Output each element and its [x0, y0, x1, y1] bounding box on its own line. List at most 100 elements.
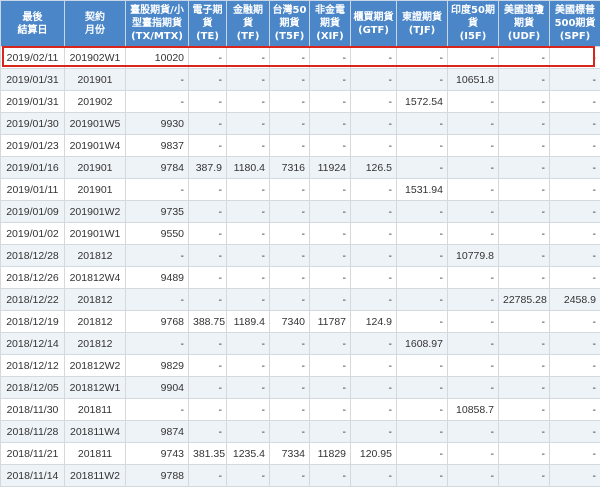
price-cell: -	[351, 267, 397, 289]
price-cell: -	[227, 333, 270, 355]
column-header: 櫃買期貨(GTF)	[351, 1, 397, 47]
price-cell: -	[397, 113, 448, 135]
table-row: 2019/01/23201901W49837---------	[1, 135, 600, 157]
price-cell: -	[227, 113, 270, 135]
contract-month-cell: 201902W1	[65, 47, 126, 69]
price-cell: 7316	[270, 157, 310, 179]
table-row: 2018/12/14201812------1608.97---	[1, 333, 600, 355]
price-cell: -	[227, 245, 270, 267]
contract-month-cell: 201901W2	[65, 201, 126, 223]
price-cell: -	[550, 465, 600, 487]
price-cell: 9735	[126, 201, 189, 223]
price-cell: -	[550, 267, 600, 289]
price-cell: -	[227, 91, 270, 113]
price-cell: -	[397, 267, 448, 289]
price-cell: 1572.54	[397, 91, 448, 113]
table-row: 2018/12/12201812W29829---------	[1, 355, 600, 377]
table-row: 2019/01/31201902------1572.54---	[1, 91, 600, 113]
price-cell: -	[126, 333, 189, 355]
price-cell: 9784	[126, 157, 189, 179]
price-cell: -	[550, 113, 600, 135]
price-cell: -	[126, 399, 189, 421]
price-cell: 10020	[126, 47, 189, 69]
column-header: 金融期貨(TF)	[227, 1, 270, 47]
price-cell: -	[351, 245, 397, 267]
price-cell: -	[270, 421, 310, 443]
price-cell: -	[189, 91, 227, 113]
price-cell: -	[499, 333, 550, 355]
column-header: 臺股期貨/小型臺指期貨(TX/MTX)	[126, 1, 189, 47]
price-cell: -	[351, 69, 397, 91]
table-body: 2019/02/11201902W110020---------2019/01/…	[1, 47, 600, 487]
price-cell: -	[397, 245, 448, 267]
price-cell: -	[397, 47, 448, 69]
settlement-date-cell: 2018/12/28	[1, 245, 65, 267]
column-header: 美國道瓊期貨(UDF)	[499, 1, 550, 47]
price-cell: -	[397, 201, 448, 223]
price-cell: -	[397, 135, 448, 157]
table-row: 2018/12/192018129768388.751189.473401178…	[1, 311, 600, 333]
price-cell: -	[351, 223, 397, 245]
price-cell: -	[310, 245, 351, 267]
column-header: 印度50期貨(I5F)	[448, 1, 499, 47]
price-cell: -	[189, 421, 227, 443]
price-cell: -	[550, 91, 600, 113]
price-cell: -	[448, 179, 499, 201]
price-cell: -	[310, 223, 351, 245]
price-cell: -	[189, 135, 227, 157]
price-cell: -	[227, 289, 270, 311]
price-cell: 9550	[126, 223, 189, 245]
column-header: 非金電期貨(XIF)	[310, 1, 351, 47]
price-cell: -	[351, 377, 397, 399]
price-cell: -	[227, 465, 270, 487]
price-cell: -	[227, 421, 270, 443]
price-cell: -	[270, 47, 310, 69]
price-cell: -	[189, 179, 227, 201]
contract-month-cell: 201901	[65, 179, 126, 201]
table-row: 2019/01/02201901W19550---------	[1, 223, 600, 245]
settlement-date-cell: 2018/12/14	[1, 333, 65, 355]
price-cell: -	[397, 377, 448, 399]
contract-month-cell: 201812W4	[65, 267, 126, 289]
contract-month-cell: 201811	[65, 443, 126, 465]
price-cell: -	[550, 399, 600, 421]
price-cell: -	[550, 47, 600, 69]
price-cell: -	[550, 311, 600, 333]
price-cell: -	[397, 399, 448, 421]
price-cell: -	[499, 47, 550, 69]
price-cell: -	[270, 377, 310, 399]
price-cell: -	[448, 311, 499, 333]
price-cell: -	[270, 465, 310, 487]
price-cell: -	[397, 157, 448, 179]
price-cell: -	[189, 223, 227, 245]
price-cell: 9743	[126, 443, 189, 465]
price-cell: -	[351, 135, 397, 157]
price-cell: -	[189, 201, 227, 223]
price-cell: -	[499, 311, 550, 333]
price-cell: -	[351, 421, 397, 443]
price-cell: -	[270, 201, 310, 223]
price-cell: -	[310, 47, 351, 69]
column-header: 美國標普500期貨(SPF)	[550, 1, 600, 47]
price-cell: -	[270, 355, 310, 377]
price-cell: -	[351, 355, 397, 377]
price-cell: -	[550, 421, 600, 443]
price-cell: -	[550, 333, 600, 355]
column-header: 台灣50期貨(T5F)	[270, 1, 310, 47]
table-row: 2018/12/26201812W49489---------	[1, 267, 600, 289]
price-cell: -	[189, 245, 227, 267]
contract-month-cell: 201811W4	[65, 421, 126, 443]
price-cell: -	[550, 135, 600, 157]
price-cell: -	[397, 289, 448, 311]
price-cell: -	[499, 179, 550, 201]
price-cell: -	[310, 377, 351, 399]
price-cell: 9874	[126, 421, 189, 443]
settlement-date-cell: 2019/01/11	[1, 179, 65, 201]
price-cell: -	[499, 157, 550, 179]
price-cell: -	[189, 267, 227, 289]
price-cell: -	[270, 289, 310, 311]
settlement-date-cell: 2019/01/09	[1, 201, 65, 223]
table-row: 2019/01/31201901-------10651.8--	[1, 69, 600, 91]
price-cell: -	[227, 69, 270, 91]
price-cell: 9829	[126, 355, 189, 377]
